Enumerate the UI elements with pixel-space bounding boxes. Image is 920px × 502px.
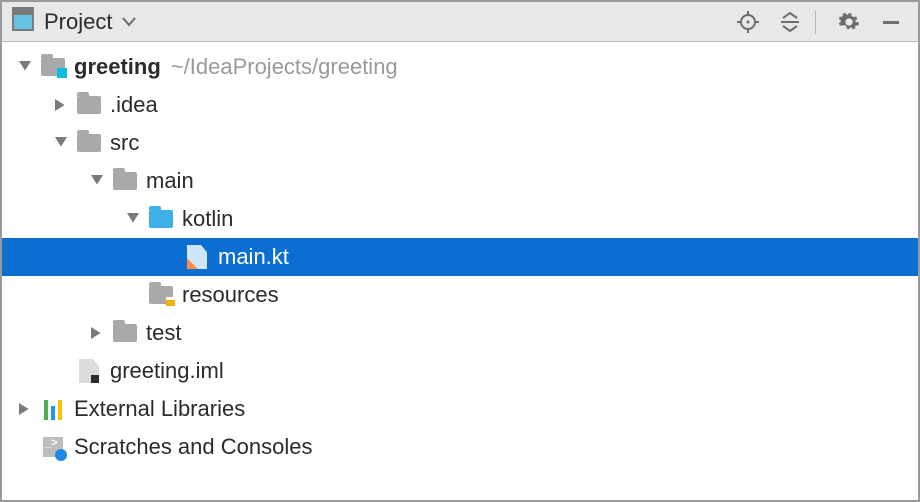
tree-node-external-libraries[interactable]: External Libraries (2, 390, 918, 428)
expand-toggle[interactable] (14, 56, 36, 78)
node-label: kotlin (182, 206, 233, 232)
node-label: External Libraries (74, 396, 245, 422)
tree-node-iml[interactable]: greeting.iml (2, 352, 918, 390)
folder-icon (112, 169, 138, 193)
node-label: .idea (110, 92, 158, 118)
hide-icon[interactable] (874, 5, 908, 39)
node-label: main.kt (218, 244, 289, 270)
node-label: main (146, 168, 194, 194)
tree-node-resources[interactable]: resources (2, 276, 918, 314)
libraries-icon (40, 397, 66, 421)
folder-icon (76, 93, 102, 117)
tree-node-main[interactable]: main (2, 162, 918, 200)
expand-toggle[interactable] (14, 398, 36, 420)
tree-node-main-kt[interactable]: main.kt (2, 238, 918, 276)
node-path: ~/IdeaProjects/greeting (171, 54, 398, 80)
scratches-icon (40, 435, 66, 459)
tree-node-scratches[interactable]: Scratches and Consoles (2, 428, 918, 466)
tree-node-src[interactable]: src (2, 124, 918, 162)
node-label: greeting.iml (110, 358, 224, 384)
toolbar-separator (815, 10, 816, 34)
expand-toggle[interactable] (50, 132, 72, 154)
node-label: src (110, 130, 139, 156)
source-folder-icon (148, 207, 174, 231)
node-label: resources (182, 282, 279, 308)
iml-file-icon (76, 359, 102, 383)
project-view-label[interactable]: Project (44, 9, 112, 35)
node-label: greeting (74, 54, 161, 80)
expand-toggle[interactable] (86, 322, 108, 344)
chevron-down-icon (122, 17, 136, 27)
folder-icon (76, 131, 102, 155)
project-tool-window: Project (0, 0, 920, 502)
node-label: test (146, 320, 181, 346)
kotlin-file-icon (184, 245, 210, 269)
module-folder-icon (40, 55, 66, 79)
project-view-icon (12, 13, 34, 31)
expand-toggle[interactable] (86, 170, 108, 192)
expand-toggle[interactable] (50, 94, 72, 116)
locate-target-icon[interactable] (731, 5, 765, 39)
expand-toggle[interactable] (122, 208, 144, 230)
node-label: Scratches and Consoles (74, 434, 312, 460)
tree-node-kotlin[interactable]: kotlin (2, 200, 918, 238)
project-toolbar: Project (2, 2, 918, 42)
resources-folder-icon (148, 283, 174, 307)
tree-node-idea[interactable]: .idea (2, 86, 918, 124)
gear-icon[interactable] (832, 5, 866, 39)
project-view-dropdown[interactable] (122, 17, 136, 27)
tree-node-test[interactable]: test (2, 314, 918, 352)
tree-node-greeting[interactable]: greeting ~/IdeaProjects/greeting (2, 48, 918, 86)
collapse-all-icon[interactable] (773, 5, 807, 39)
project-tree[interactable]: greeting ~/IdeaProjects/greeting .idea s… (2, 42, 918, 500)
folder-icon (112, 321, 138, 345)
